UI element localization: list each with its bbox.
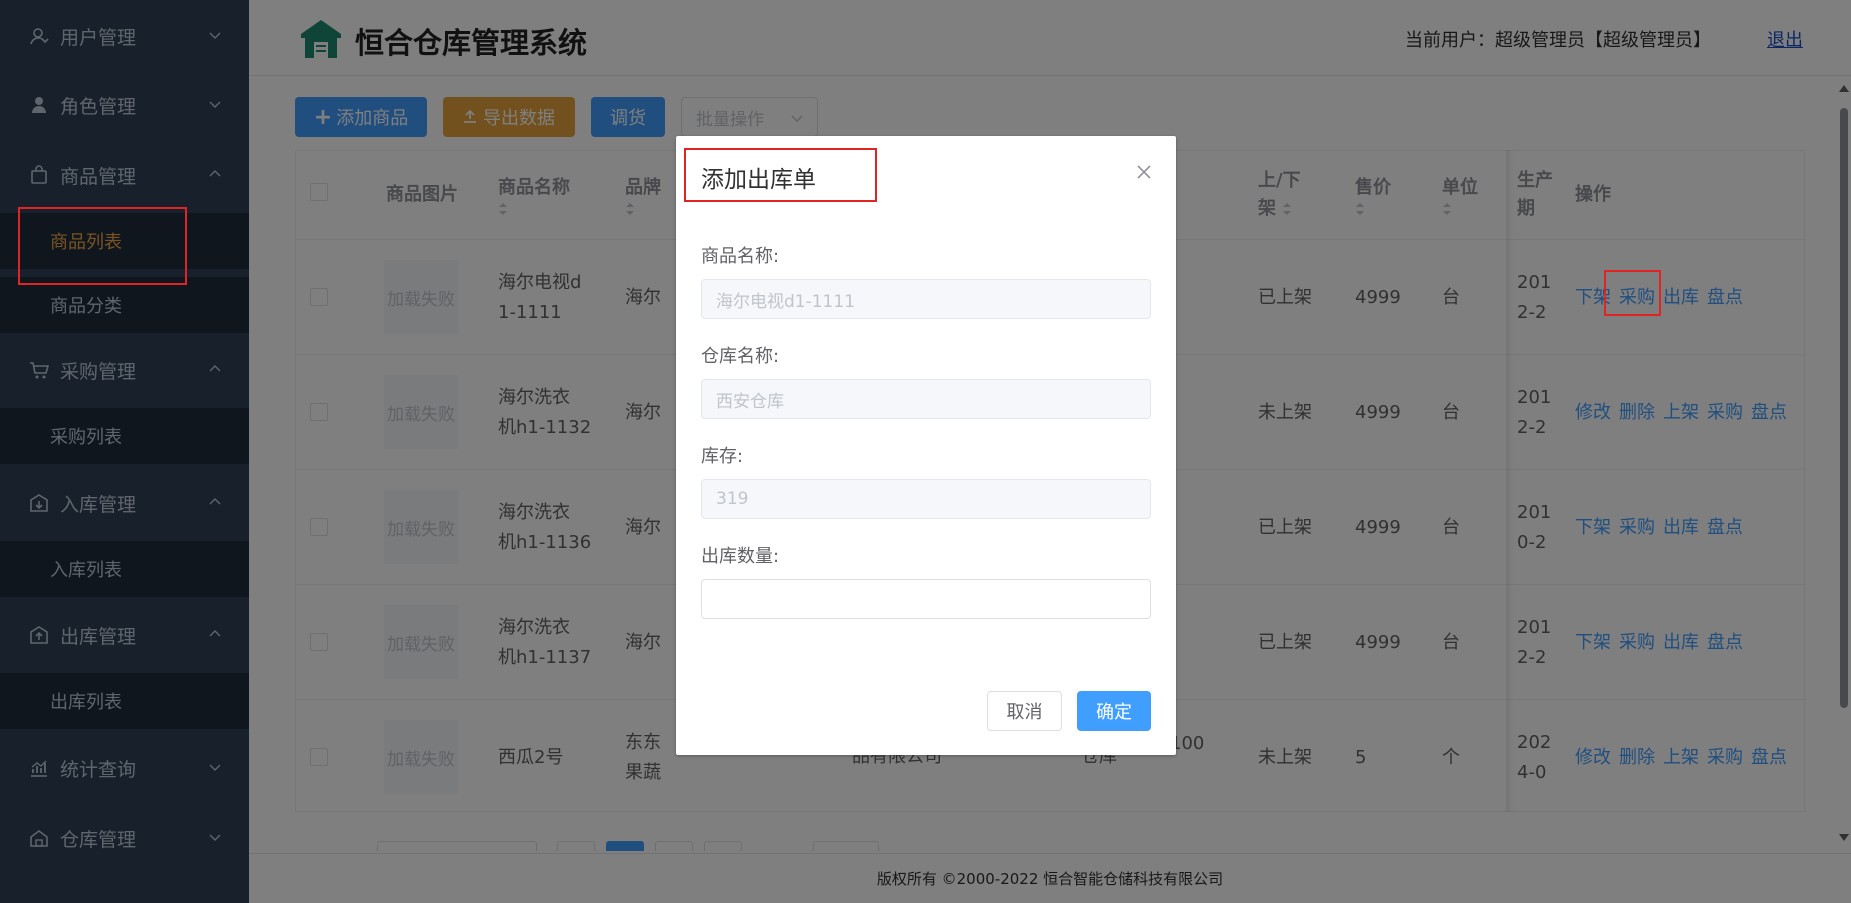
confirm-button[interactable]: 确定 bbox=[1077, 691, 1151, 731]
goods-name-field: 海尔电视d1-1111 bbox=[701, 279, 1151, 319]
goods-name-label: 商品名称: bbox=[701, 246, 780, 267]
quantity-label: 出库数量: bbox=[701, 546, 780, 567]
warehouse-name-label: 仓库名称: bbox=[701, 346, 780, 367]
field-value: 319 bbox=[716, 489, 749, 509]
highlight-box-outbound-action bbox=[1604, 270, 1661, 316]
highlight-box-dialog-title bbox=[684, 148, 877, 202]
cancel-button[interactable]: 取消 bbox=[987, 691, 1062, 731]
warehouse-name-field: 西安仓库 bbox=[701, 379, 1151, 419]
field-value: 海尔电视d1-1111 bbox=[716, 291, 856, 312]
add-outbound-dialog: 添加出库单 商品名称: 海尔电视d1-1111 仓库名称: 西安仓库 库存: 3… bbox=[676, 136, 1176, 755]
quantity-input[interactable] bbox=[701, 579, 1151, 619]
field-value: 西安仓库 bbox=[716, 391, 784, 412]
close-icon[interactable] bbox=[1136, 164, 1152, 180]
stock-label: 库存: bbox=[701, 446, 744, 467]
stock-field: 319 bbox=[701, 479, 1151, 519]
highlight-box-goods-list bbox=[18, 207, 187, 285]
